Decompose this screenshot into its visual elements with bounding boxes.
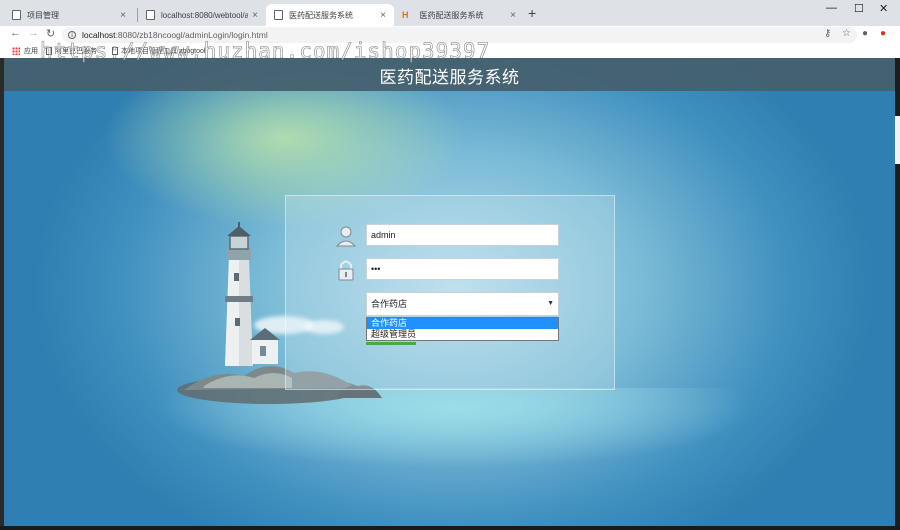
extension-icon[interactable]: ●	[880, 28, 886, 39]
bookmark-apps[interactable]: 应用	[12, 46, 38, 56]
role-option[interactable]: 合作药店	[367, 318, 558, 329]
password-input[interactable]: •••	[366, 258, 559, 280]
role-dropdown-list: 合作药店 超级管理员	[366, 317, 559, 341]
close-tab-icon[interactable]: ×	[380, 10, 386, 21]
key-icon[interactable]: ⚷	[824, 28, 831, 39]
tab-title: localhost:8080/webtool/all/in...	[161, 10, 249, 20]
new-tab-button[interactable]: +	[528, 5, 536, 21]
close-tab-icon[interactable]: ×	[252, 10, 258, 21]
close-tab-icon[interactable]: ×	[510, 10, 516, 21]
maximize-button[interactable]: ☐	[854, 2, 864, 15]
login-page: 医药配送服务系统 ••• 合作药店	[4, 58, 895, 526]
browser-tab-strip: 项目管理 × localhost:8080/webtool/all/in... …	[0, 0, 900, 26]
close-window-button[interactable]: ✕	[879, 2, 888, 15]
tab-title: 项目管理	[27, 10, 59, 20]
tab-title: 医药配送服务系统	[419, 10, 484, 20]
watermark-text: https://www.huzhan.com/ishop39397	[40, 39, 491, 64]
dropdown-arrow-icon: ▼	[547, 300, 554, 307]
browser-tab[interactable]: localhost:8080/webtool/all/in... ×	[138, 4, 266, 26]
window-edge	[895, 58, 900, 530]
page-icon	[12, 10, 21, 20]
browser-tab[interactable]: H 医药配送服务系统 ×	[394, 4, 524, 26]
star-icon[interactable]: ☆	[842, 28, 851, 39]
page-icon	[274, 10, 283, 20]
info-icon[interactable]: i	[68, 31, 76, 39]
browser-tab[interactable]: 项目管理 ×	[4, 4, 134, 26]
tab-title: 医药配送服务系统	[289, 10, 353, 20]
user-icon	[336, 226, 356, 247]
profile-icon[interactable]: ●	[862, 28, 868, 39]
username-input[interactable]	[366, 224, 559, 246]
h-logo-icon: H	[402, 10, 409, 20]
role-select-value: 合作药店	[371, 299, 408, 309]
window-edge	[0, 526, 900, 530]
page-icon	[146, 10, 155, 20]
bookmark-label: 应用	[24, 48, 38, 55]
apps-grid-icon	[12, 47, 20, 55]
sea-background	[4, 388, 895, 526]
minimize-button[interactable]: —	[826, 2, 837, 14]
role-option[interactable]: 超级管理员	[367, 329, 558, 340]
close-tab-icon[interactable]: ×	[120, 10, 126, 21]
forward-arrow-icon[interactable]: →	[28, 27, 39, 39]
role-select[interactable]: 合作药店 ▼	[366, 292, 559, 316]
lock-icon	[338, 260, 354, 281]
login-button[interactable]	[366, 342, 416, 345]
browser-tab-active[interactable]: 医药配送服务系统 ×	[266, 4, 394, 26]
back-arrow-icon[interactable]: ←	[10, 27, 21, 39]
system-title: 医药配送服务系统	[379, 68, 520, 87]
